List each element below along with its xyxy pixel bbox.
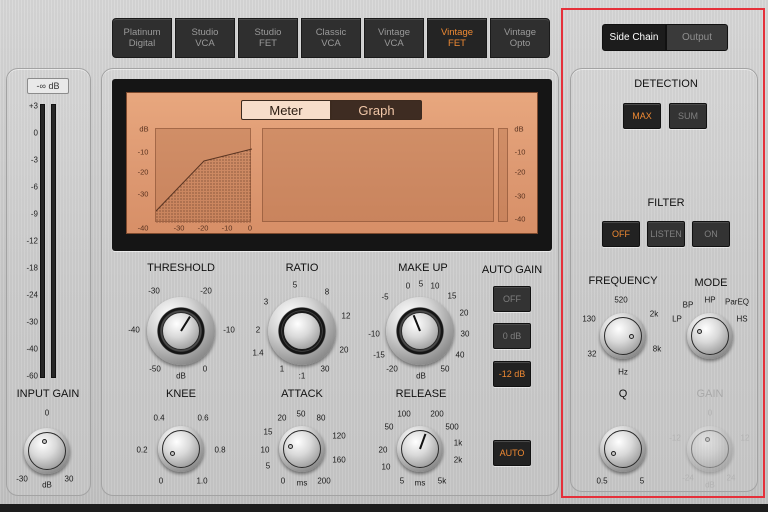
filter-listen-button[interactable]: LISTEN <box>647 221 685 247</box>
makeup-label: MAKE UP <box>398 262 448 274</box>
auto-gain-minus12db-button[interactable]: -12 dB <box>493 361 531 387</box>
gain-reduction-graph <box>262 128 494 222</box>
meter-view-button[interactable]: Meter <box>241 100 331 120</box>
q-knob[interactable] <box>600 426 646 472</box>
filter-on-button[interactable]: ON <box>692 221 730 247</box>
model-tab-classic-vca[interactable]: Classic VCA <box>301 18 361 58</box>
input-meter-right <box>51 104 56 378</box>
output-meter <box>498 128 508 222</box>
model-tab-studio-fet[interactable]: Studio FET <box>238 18 298 58</box>
input-db-readout: -∞ dB <box>27 78 69 94</box>
filter-off-button[interactable]: OFF <box>602 221 640 247</box>
frequency-label: FREQUENCY <box>588 275 658 287</box>
release-knob[interactable] <box>397 426 443 472</box>
side-chain-tab[interactable]: Side Chain <box>602 24 666 51</box>
transfer-curve <box>155 148 253 223</box>
model-tab-vintage-fet[interactable]: Vintage FET <box>427 18 487 58</box>
input-gain-label: INPUT GAIN <box>16 388 80 400</box>
makeup-knob[interactable] <box>386 297 454 365</box>
ratio-label: RATIO <box>285 262 319 274</box>
detection-sum-button[interactable]: SUM <box>669 103 707 129</box>
auto-gain-label: AUTO GAIN <box>481 264 543 276</box>
ratio-knob[interactable] <box>268 297 336 365</box>
transfer-curve-box <box>155 128 253 223</box>
model-tab-vintage-vca[interactable]: Vintage VCA <box>364 18 424 58</box>
q-label: Q <box>618 388 628 400</box>
model-tab-studio-vca[interactable]: Studio VCA <box>175 18 235 58</box>
output-tab[interactable]: Output <box>666 24 728 51</box>
auto-gain-off-button[interactable]: OFF <box>493 286 531 312</box>
input-meter-left <box>40 104 45 378</box>
attack-label: ATTACK <box>281 388 323 400</box>
sidechain-gain-knob[interactable] <box>687 426 733 472</box>
detection-max-button[interactable]: MAX <box>623 103 661 129</box>
bottom-bar <box>0 504 768 512</box>
graph-view-button[interactable]: Graph <box>331 100 422 120</box>
filter-label: FILTER <box>647 197 685 209</box>
knee-label: KNEE <box>166 388 196 400</box>
knee-knob[interactable] <box>158 426 204 472</box>
threshold-label: THRESHOLD <box>147 262 215 274</box>
model-tab-vintage-opto[interactable]: Vintage Opto <box>490 18 550 58</box>
mode-knob[interactable] <box>687 313 733 359</box>
input-gain-knob[interactable] <box>24 428 70 474</box>
mode-label: MODE <box>694 277 728 289</box>
frequency-knob[interactable] <box>600 313 646 359</box>
attack-knob[interactable] <box>279 426 325 472</box>
release-label: RELEASE <box>395 388 447 400</box>
sidechain-gain-label: GAIN <box>696 388 724 400</box>
detection-label: DETECTION <box>634 78 698 90</box>
auto-gain-0db-button[interactable]: 0 dB <box>493 323 531 349</box>
auto-release-button[interactable]: AUTO <box>493 440 531 466</box>
threshold-knob[interactable] <box>147 297 215 365</box>
model-tab-platinum-digital[interactable]: Platinum Digital <box>112 18 172 58</box>
